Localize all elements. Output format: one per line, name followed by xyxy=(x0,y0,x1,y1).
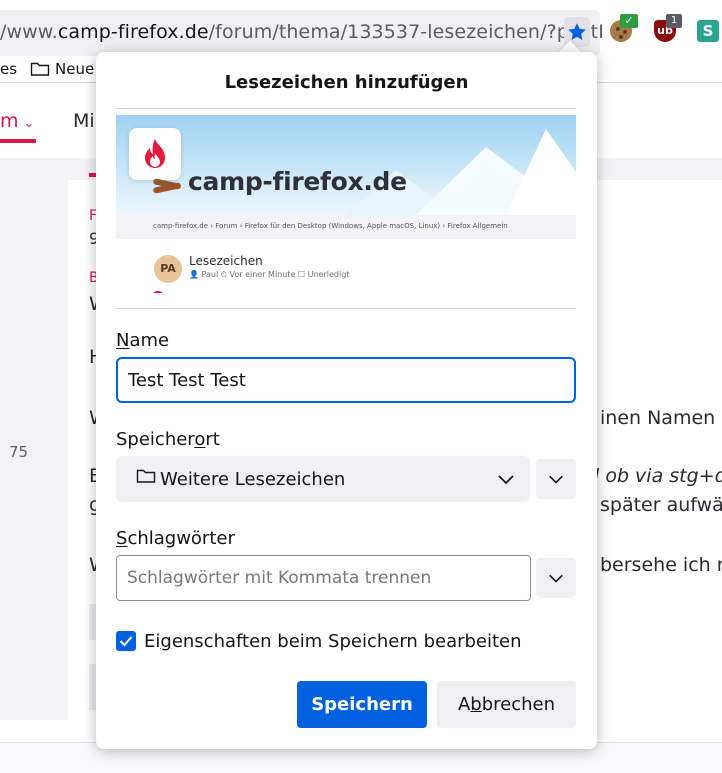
url-text[interactable]: /www.camp-firefox.de/forum/thema/133537-… xyxy=(0,21,604,43)
campfire-logs-icon xyxy=(153,178,181,194)
site-logo-icon xyxy=(129,128,181,180)
preview-mountain xyxy=(506,129,576,215)
checkmark-icon xyxy=(119,636,133,647)
post-text: bersehe ich no xyxy=(600,554,722,576)
chevron-down-icon xyxy=(549,574,563,583)
folder-icon xyxy=(136,469,156,483)
bookmark-folder-item[interactable]: Neue xyxy=(55,60,94,78)
edit-on-save-checkbox[interactable] xyxy=(116,631,136,651)
chevron-down-icon: ⌄ xyxy=(23,116,35,131)
post-sidebar xyxy=(0,158,52,720)
chevron-down-icon xyxy=(549,475,563,484)
name-input[interactable] xyxy=(116,357,576,403)
extension-check-badge: ✓ xyxy=(620,14,638,28)
post-text: l ob via stg+d o xyxy=(594,465,722,487)
nav-link[interactable]: Mi xyxy=(73,110,95,132)
post-count: 75 xyxy=(9,443,29,461)
flame-icon xyxy=(153,291,163,293)
flame-icon xyxy=(145,139,165,168)
add-bookmark-panel: Lesezeichen hinzufügen camp-firefox.de c… xyxy=(96,52,597,749)
s-extension-icon[interactable]: S xyxy=(697,20,719,42)
chevron-down-icon xyxy=(498,475,514,485)
location-label: Speicherort xyxy=(116,429,220,450)
edit-on-save-label[interactable]: Eigenschaften beim Speichern bearbeiten xyxy=(144,631,522,652)
nav-forum-link[interactable]: m ⌄ xyxy=(0,110,34,132)
divider xyxy=(116,108,576,109)
url-host: camp-firefox.de xyxy=(57,21,209,43)
save-button[interactable]: Speichern xyxy=(297,681,427,728)
preview-breadcrumb: camp-firefox.de › Forum › Firefox für de… xyxy=(153,222,508,230)
location-select[interactable]: Weitere Lesezeichen xyxy=(116,456,530,502)
page-preview-image: camp-firefox.de camp-firefox.de › Forum … xyxy=(116,115,576,293)
tags-label: Schlagwörter xyxy=(116,528,235,549)
url-prefix: /www. xyxy=(0,21,58,43)
avatar: PA xyxy=(154,255,182,283)
preview-topic-title: Lesezeichen xyxy=(189,254,263,268)
name-label: Name xyxy=(116,330,170,351)
nav-active-indicator xyxy=(0,139,36,143)
divider xyxy=(116,308,576,309)
tags-expand-button[interactable] xyxy=(536,558,576,598)
preview-topic-meta: 👤 Paul ⏱ Vor einer Minute ☐ Unerledigt xyxy=(189,270,350,279)
url-path: /forum/thema/133537-lesezeichen/?postI xyxy=(208,21,604,43)
location-expand-button[interactable] xyxy=(536,459,576,499)
folder-icon xyxy=(30,62,50,76)
post-text: inen Namen g xyxy=(600,407,722,429)
panel-title: Lesezeichen hinzufügen xyxy=(224,72,469,93)
post-text: später aufwä xyxy=(600,494,722,516)
location-value: Weitere Lesezeichen xyxy=(160,469,346,490)
cancel-button[interactable]: Abbrechen xyxy=(437,681,576,728)
bookmark-item[interactable]: es xyxy=(0,60,17,78)
preview-brand: camp-firefox.de xyxy=(188,167,407,196)
ublock-count-badge: 1 xyxy=(666,14,682,28)
tags-input[interactable] xyxy=(116,555,531,601)
